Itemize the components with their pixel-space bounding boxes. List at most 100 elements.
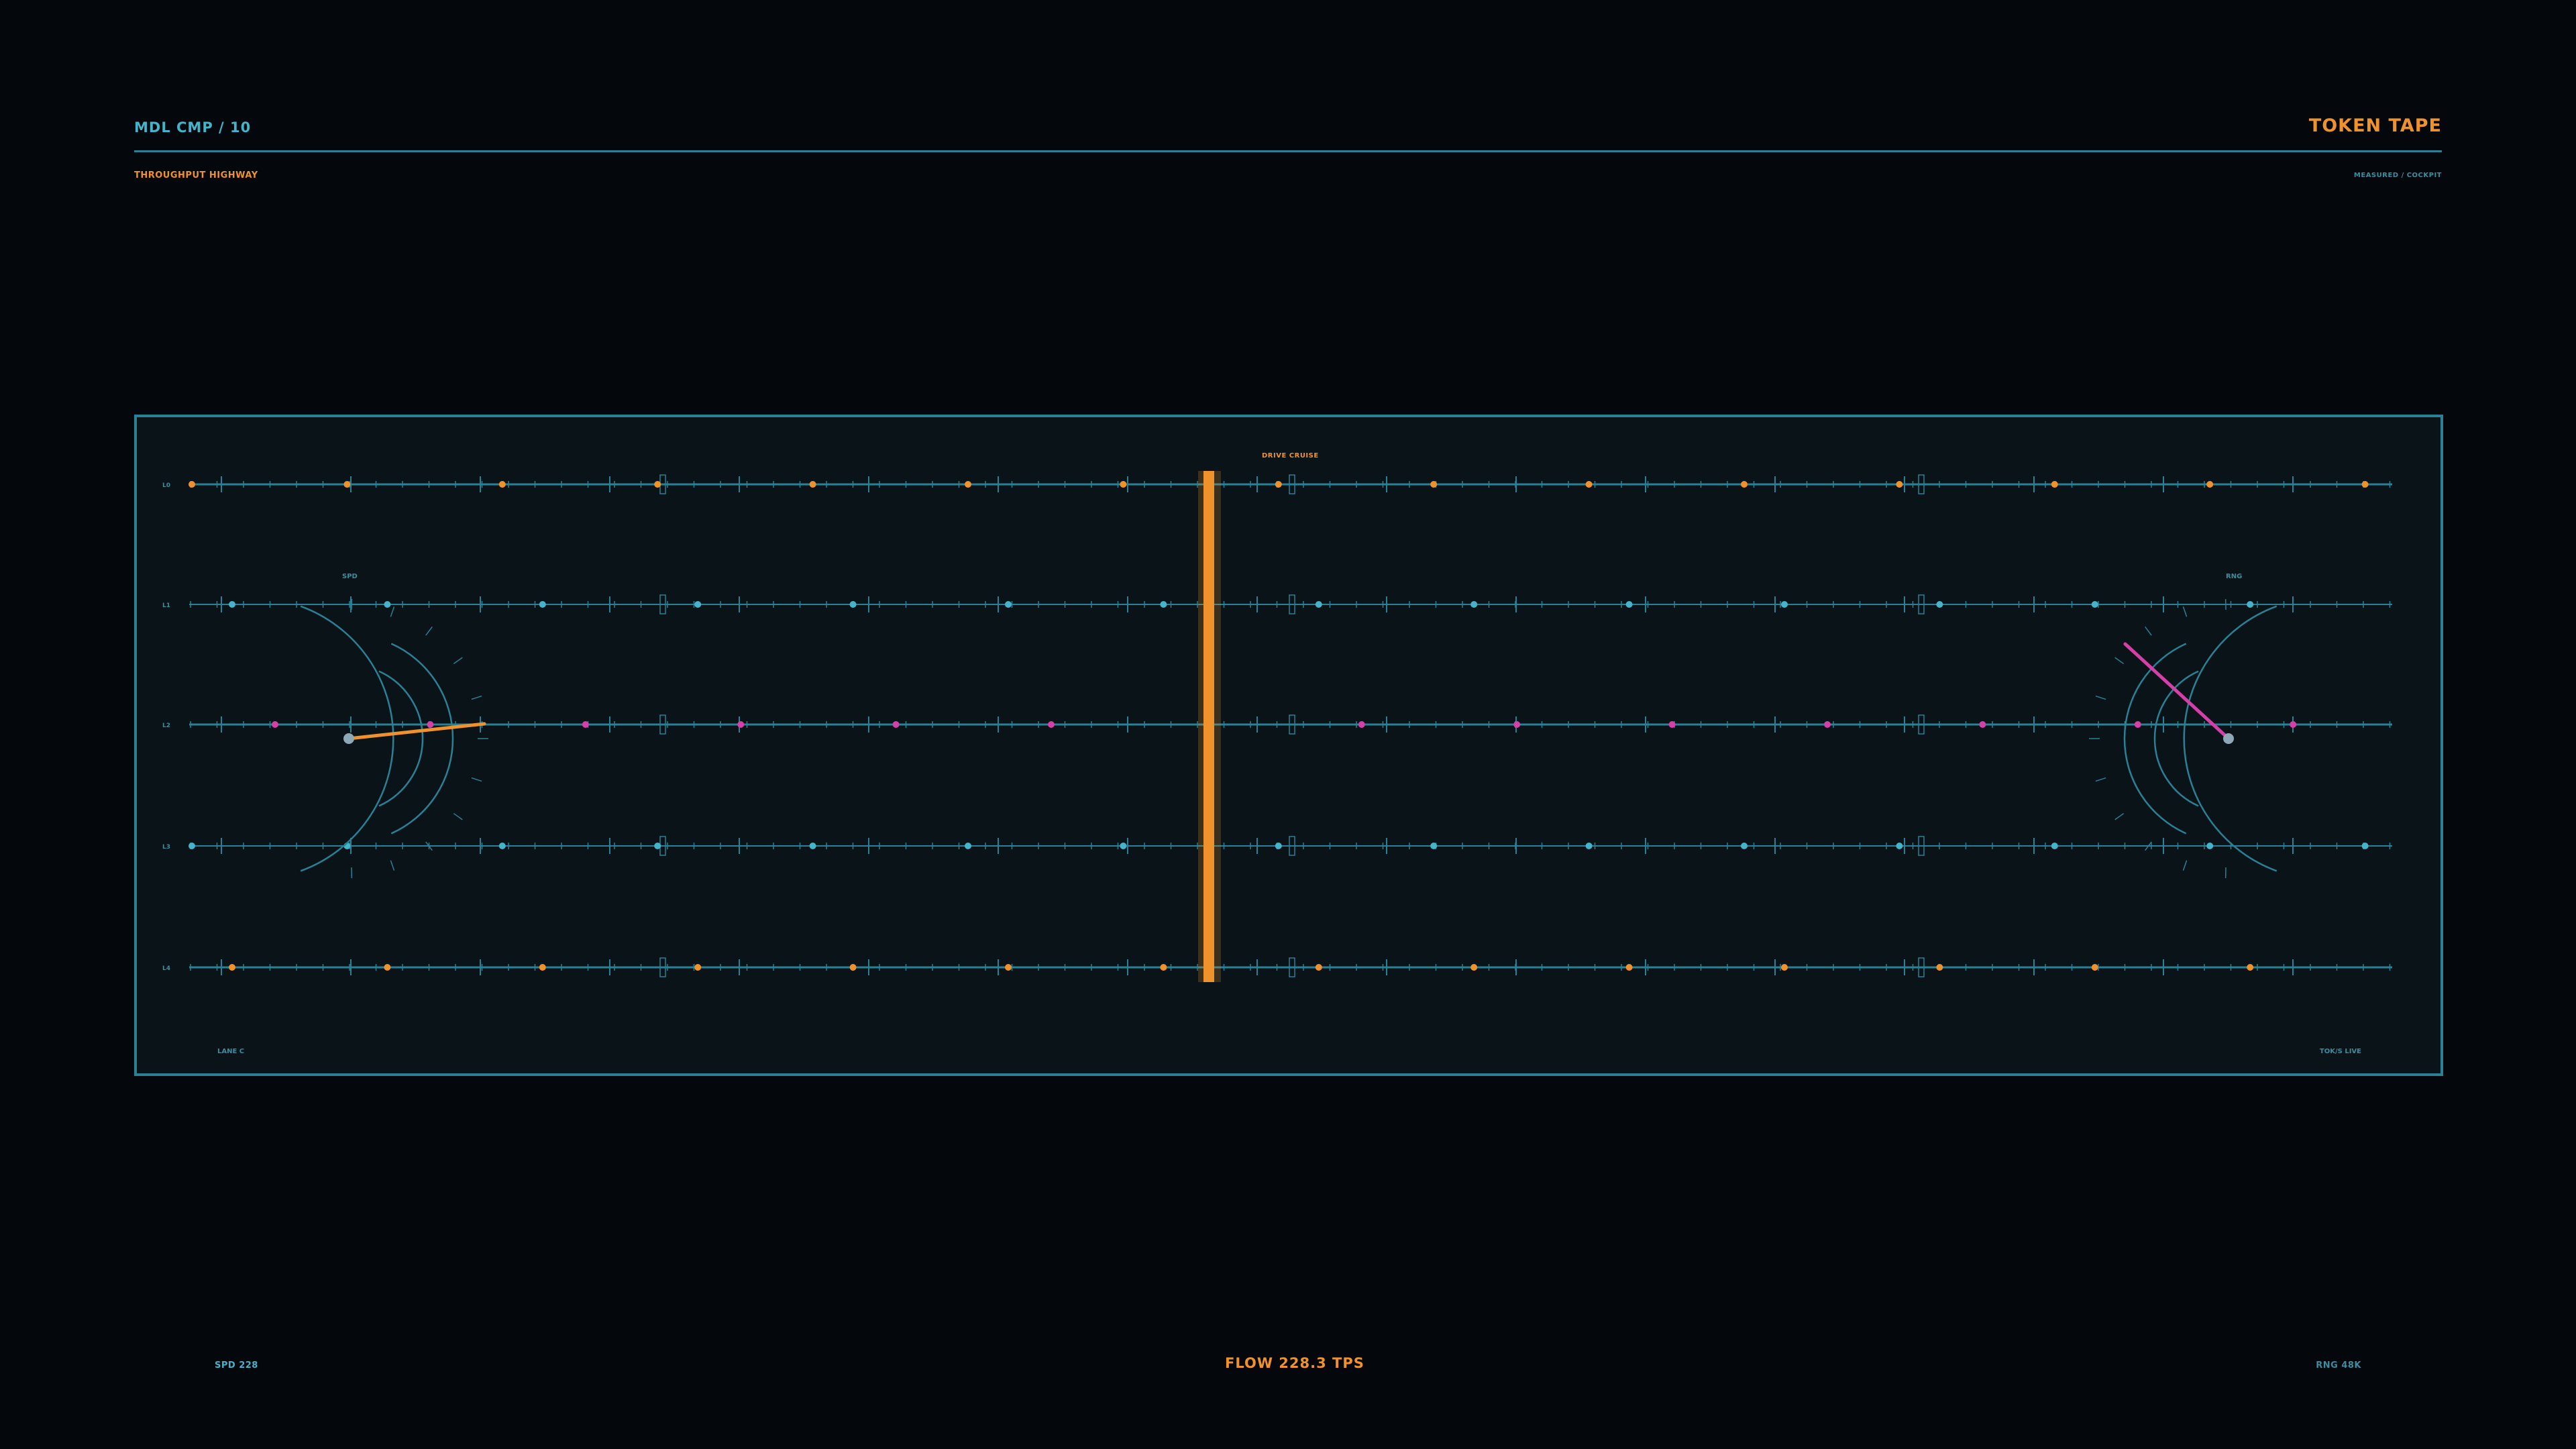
gauge-right-label: RNG <box>2226 573 2242 580</box>
token-dot <box>1936 964 1943 971</box>
gauge-tick <box>2182 860 2188 871</box>
token-dot <box>229 964 235 971</box>
token-dot <box>2290 721 2297 728</box>
token-dot <box>1120 843 1127 849</box>
token-dot <box>965 481 971 488</box>
lane-label: L1 <box>162 602 170 609</box>
token-dot <box>1625 601 1633 608</box>
gauge-tick <box>2145 626 2152 636</box>
footer-range: RNG 48K <box>2316 1360 2361 1371</box>
token-dot <box>229 601 235 608</box>
token-dot <box>2247 964 2254 971</box>
token-dot <box>849 601 857 608</box>
token-dot <box>809 481 816 488</box>
token-dot <box>498 843 506 849</box>
token-dot <box>1513 721 1521 728</box>
token-dot <box>2091 964 2098 971</box>
token-dot <box>654 843 661 849</box>
lane-2: L2 <box>162 714 2392 735</box>
gauges-group <box>300 599 2277 878</box>
token-dot <box>1625 964 1633 971</box>
gauge-hub <box>343 733 354 744</box>
panel-bottom-left-label: LANE C <box>217 1048 244 1055</box>
token-dot <box>892 721 900 728</box>
lane-label: L4 <box>162 965 170 972</box>
token-dot <box>1824 721 1831 728</box>
token-dot <box>272 721 278 728</box>
cruise-marker-group: DRIVE CRUISE <box>1198 452 1319 982</box>
header-divider <box>134 150 2442 152</box>
cruise-marker-bar[interactable] <box>1203 471 1214 982</box>
token-dot <box>1005 964 1012 971</box>
gauge-right <box>2089 599 2277 878</box>
gauge-left-label: SPD <box>342 573 358 580</box>
token-dot <box>1470 964 1478 971</box>
lane-label: L2 <box>162 722 170 729</box>
token-dot <box>2051 481 2058 488</box>
token-dot <box>1741 843 1748 849</box>
token-dot <box>1585 843 1593 849</box>
token-dot <box>498 481 506 488</box>
lane-1: L1 <box>162 594 2392 614</box>
token-dot <box>965 843 971 849</box>
token-dot <box>1048 721 1055 728</box>
token-dot <box>2361 481 2369 488</box>
token-dot <box>849 964 857 971</box>
token-dot <box>384 601 391 608</box>
highway-panel: L0 L1 L2 L3 L4 DRIVE CRUISE LANE C TOK/S LIV… <box>134 415 2443 1076</box>
token-dot <box>1275 481 1282 488</box>
token-dot <box>1275 843 1282 849</box>
token-dot <box>1120 481 1127 488</box>
token-dot <box>1585 481 1593 488</box>
token-dot <box>737 721 745 728</box>
token-dot <box>1160 964 1167 971</box>
lane-3: L3 <box>162 836 2392 856</box>
token-dot <box>1896 481 1903 488</box>
header-subtitle-right: MEASURED / COCKPIT <box>2353 172 2442 179</box>
token-dot <box>343 481 351 488</box>
token-dot <box>1470 601 1478 608</box>
token-dot <box>2361 843 2369 849</box>
gauge-tick <box>390 860 395 871</box>
lane-4: L4 <box>162 957 2392 977</box>
gauge-tick <box>453 657 463 665</box>
token-dot <box>539 964 546 971</box>
gauge-hub <box>2223 733 2234 744</box>
token-dot <box>654 481 661 488</box>
token-dot <box>1430 481 1438 488</box>
panel-bottom-right-label: TOK/S LIVE <box>2320 1048 2361 1055</box>
cruise-marker-label: DRIVE CRUISE <box>1262 452 1319 460</box>
token-dot <box>384 964 391 971</box>
token-dot <box>1005 601 1012 608</box>
gauge-left <box>300 599 488 878</box>
token-dot <box>2091 601 2098 608</box>
lanes-group: L0 L1 L2 L3 L4 <box>162 474 2392 977</box>
lane-0: L0 <box>162 474 2392 494</box>
lane-label: L3 <box>162 844 170 851</box>
token-dot <box>1741 481 1748 488</box>
token-dot <box>189 843 195 849</box>
token-dot <box>2206 843 2214 849</box>
token-dot <box>1358 721 1365 728</box>
token-dot <box>809 843 816 849</box>
token-dot <box>2134 721 2141 728</box>
token-dot <box>1430 843 1438 849</box>
header-subtitle-left: THROUGHPUT HIGHWAY <box>134 170 258 180</box>
token-dot <box>2051 843 2058 849</box>
gauge-tick <box>2114 812 2125 820</box>
token-dot <box>2206 481 2214 488</box>
token-dot <box>1979 721 1986 728</box>
gauge-tick <box>2114 657 2125 665</box>
token-dot <box>1668 721 1676 728</box>
token-dot <box>1781 964 1788 971</box>
token-dot <box>427 721 434 728</box>
token-dot <box>1781 601 1788 608</box>
footer-speed: SPD 228 <box>215 1360 258 1371</box>
gauge-tick <box>471 695 482 700</box>
gauge-tick <box>2182 606 2188 617</box>
gauge-tick <box>390 606 395 617</box>
token-dot <box>1315 601 1322 608</box>
header-title-left: MDL CMP / 10 <box>134 119 252 136</box>
token-dot <box>1896 843 1903 849</box>
token-dot <box>1936 601 1943 608</box>
